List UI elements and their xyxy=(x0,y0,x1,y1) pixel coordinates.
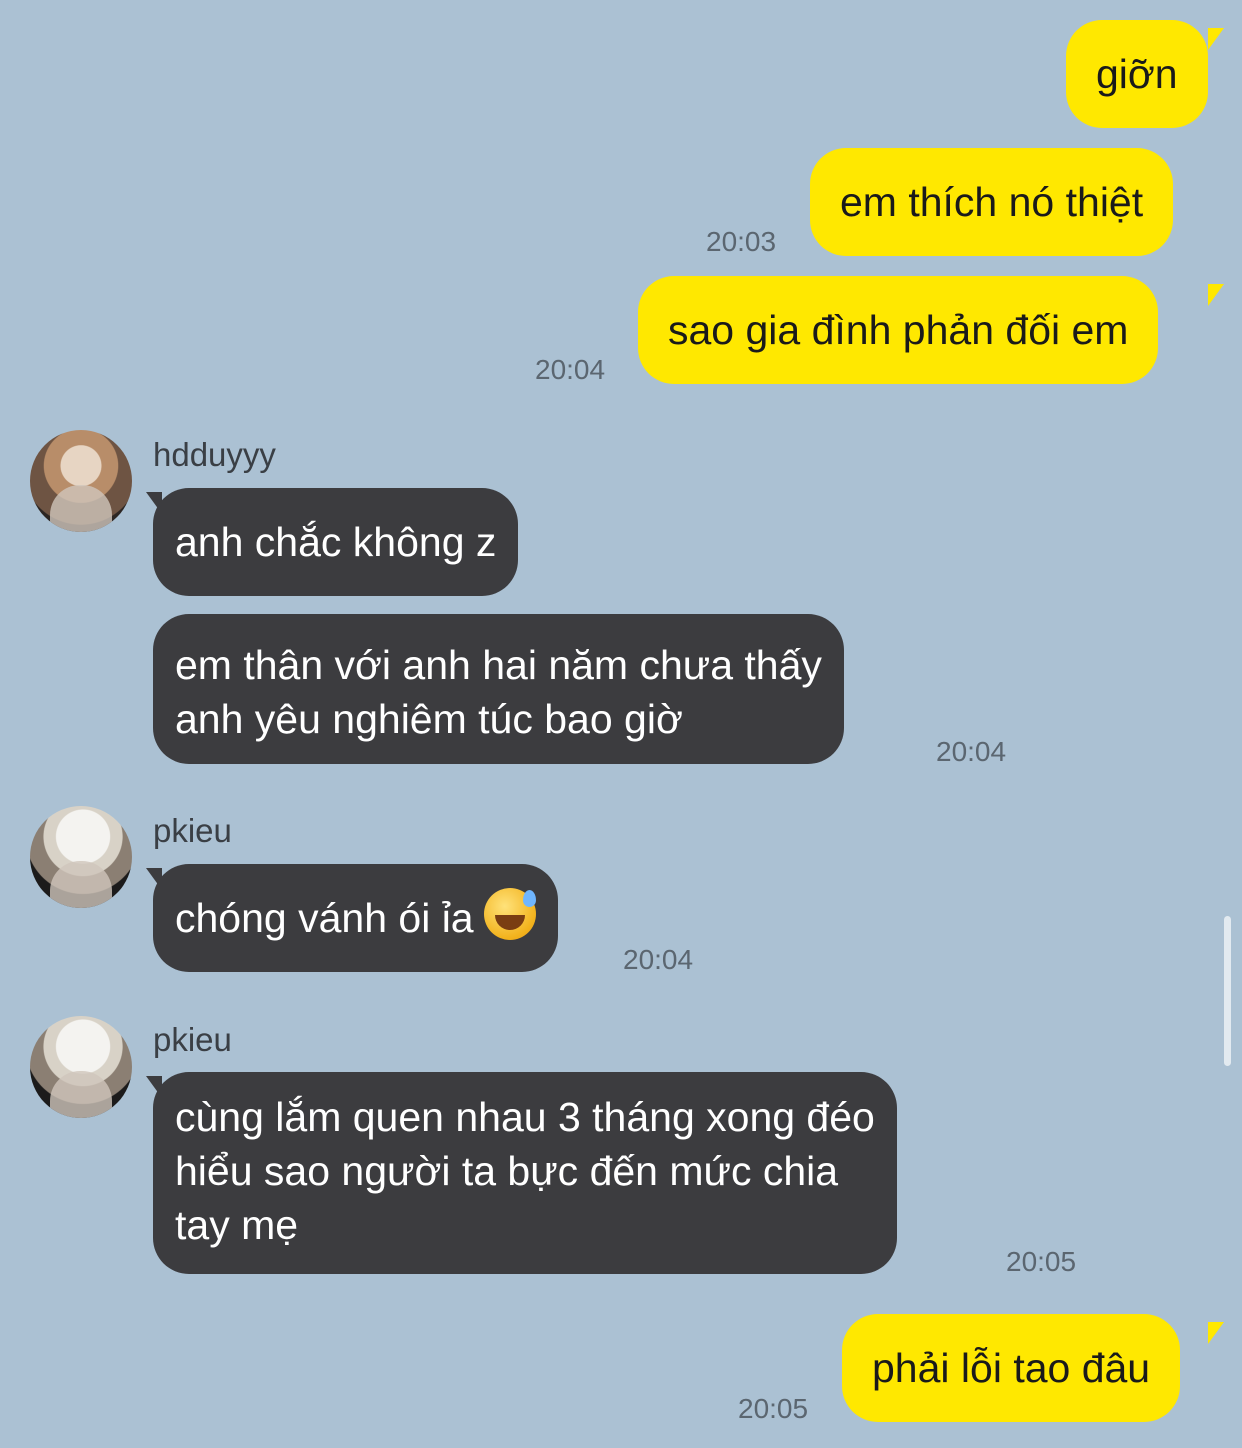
avatar-hdduyyy[interactable] xyxy=(30,430,132,532)
message-line: em thân với anh hai năm chưa thấy xyxy=(175,642,822,688)
outgoing-message[interactable]: sao gia đình phản đối em xyxy=(638,276,1159,384)
message-line: cùng lắm quen nhau 3 tháng xong đéo xyxy=(175,1094,875,1140)
scrollbar[interactable] xyxy=(1224,916,1231,1066)
message-line: hiểu sao người ta bực đến mức chia xyxy=(175,1148,839,1194)
sender-name: hdduyyy xyxy=(153,436,276,473)
outgoing-message[interactable]: giỡn xyxy=(1066,20,1208,128)
bubble-tail xyxy=(1208,28,1224,50)
message-time: 20:04 xyxy=(535,354,606,385)
message-text: chóng vánh ói ỉa xyxy=(175,895,474,941)
sender-name: pkieu xyxy=(153,812,232,849)
avatar-pkieu[interactable] xyxy=(30,1016,132,1118)
incoming-message[interactable]: cùng lắm quen nhau 3 tháng xong đéo hiểu… xyxy=(153,1072,897,1274)
incoming-message[interactable]: em thân với anh hai năm chưa thấy anh yê… xyxy=(153,614,844,764)
bubble-tail xyxy=(1208,1322,1224,1344)
message-time: 20:05 xyxy=(1006,1246,1077,1277)
bubble-tail xyxy=(1208,284,1224,306)
sender-name: pkieu xyxy=(153,1021,232,1058)
message-time: 20:05 xyxy=(738,1393,809,1424)
outgoing-message[interactable]: em thích nó thiệt xyxy=(810,148,1174,256)
message-time: 20:03 xyxy=(706,226,777,257)
message-line: anh yêu nghiêm túc bao giờ xyxy=(175,696,683,742)
avatar-pkieu[interactable] xyxy=(30,806,132,908)
incoming-message[interactable]: chóng vánh ói ỉa xyxy=(153,864,558,972)
message-time: 20:04 xyxy=(623,944,694,975)
message-line: tay mẹ xyxy=(175,1202,299,1248)
sweat-smile-emoji-icon xyxy=(483,888,536,940)
chat-view[interactable]: giỡn em thích nó thiệt 20:03 sao gia đìn… xyxy=(0,0,1242,1448)
incoming-message[interactable]: anh chắc không z xyxy=(153,488,519,596)
message-time: 20:04 xyxy=(936,736,1007,767)
outgoing-message[interactable]: phải lỗi tao đâu xyxy=(842,1314,1181,1422)
